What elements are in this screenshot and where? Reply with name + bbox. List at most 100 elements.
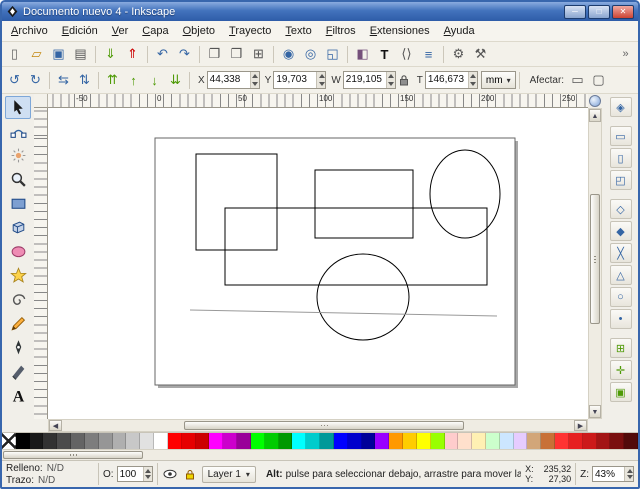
field-x-input[interactable]: 44,338 xyxy=(207,71,260,89)
copy-button[interactable]: ❐ xyxy=(204,44,225,65)
menu-objeto[interactable]: Objeto xyxy=(176,22,222,40)
redo-button[interactable]: ↷ xyxy=(174,44,195,65)
palette-swatch[interactable] xyxy=(209,433,223,449)
zoom-tool-button[interactable] xyxy=(5,168,31,191)
menu-texto[interactable]: Texto xyxy=(278,22,318,40)
spin-down-icon[interactable] xyxy=(317,80,325,88)
affect-corners-toggle[interactable]: ▢ xyxy=(588,70,609,91)
palette-swatch[interactable] xyxy=(500,433,514,449)
palette-swatch[interactable] xyxy=(140,433,154,449)
palette-swatch[interactable] xyxy=(279,433,293,449)
layer-dropdown[interactable]: Layer 1 ▾ xyxy=(202,466,256,483)
scroll-left-icon[interactable]: ◀ xyxy=(49,420,62,431)
palette-swatch[interactable] xyxy=(126,433,140,449)
zoom-input[interactable]: 43% xyxy=(592,466,634,482)
snap-smooth-nodes-button[interactable]: ○ xyxy=(610,287,632,307)
snap-rotation-centers-button[interactable]: ✛ xyxy=(610,360,632,380)
zoom-page-button[interactable]: ◱ xyxy=(322,44,343,65)
menu-ayuda[interactable]: Ayuda xyxy=(437,22,482,40)
snap-nodes-button[interactable]: ◇ xyxy=(610,199,632,219)
scroll-down-icon[interactable]: ▼ xyxy=(589,405,601,418)
zoom-drawing-button[interactable]: ◎ xyxy=(300,44,321,65)
spin-down-icon[interactable] xyxy=(387,80,395,88)
spin-up-icon[interactable] xyxy=(469,72,477,80)
node-tool-button[interactable] xyxy=(5,120,31,143)
flip-vertical-button[interactable]: ⇅ xyxy=(74,70,95,91)
palette-swatch[interactable] xyxy=(597,433,611,449)
palette-swatch[interactable] xyxy=(251,433,265,449)
print-document-button[interactable]: ▤ xyxy=(70,44,91,65)
palette-swatch[interactable] xyxy=(292,433,306,449)
raise-button[interactable]: ↑ xyxy=(123,70,144,91)
snap-path-intersections-button[interactable]: ╳ xyxy=(610,243,632,263)
text-font-dialog-button[interactable]: T xyxy=(374,44,395,65)
snap-bbox-corners-button[interactable]: ◰ xyxy=(610,170,632,190)
star-tool-button[interactable] xyxy=(5,264,31,287)
palette-swatch[interactable] xyxy=(486,433,500,449)
snap-object-centers-button[interactable]: ⊞ xyxy=(610,338,632,358)
palette-swatch[interactable] xyxy=(30,433,44,449)
snap-bbox-button[interactable]: ▭ xyxy=(610,126,632,146)
palette-swatch[interactable] xyxy=(168,433,182,449)
palette-swatch[interactable] xyxy=(624,433,638,449)
palette-swatch[interactable] xyxy=(472,433,486,449)
palette-swatch[interactable] xyxy=(320,433,334,449)
palette-swatch[interactable] xyxy=(99,433,113,449)
palette-swatch[interactable] xyxy=(362,433,376,449)
palette-swatch[interactable] xyxy=(431,433,445,449)
palette-swatch[interactable] xyxy=(85,433,99,449)
horizontal-ruler[interactable]: -50050100150200250 xyxy=(48,94,588,108)
vertical-ruler[interactable] xyxy=(34,108,48,419)
palette-swatch[interactable] xyxy=(237,433,251,449)
toolbar-overflow-button[interactable]: » xyxy=(615,44,636,65)
pencil-tool-button[interactable] xyxy=(5,312,31,335)
align-distribute-dialog-button[interactable]: ≡ xyxy=(418,44,439,65)
palette-swatch[interactable] xyxy=(417,433,431,449)
palette-no-color-swatch[interactable] xyxy=(2,433,16,449)
canvas[interactable] xyxy=(48,108,588,419)
palette-swatch[interactable] xyxy=(375,433,389,449)
scroll-up-icon[interactable]: ▲ xyxy=(589,109,601,122)
duplicate-button[interactable]: ⊞ xyxy=(248,44,269,65)
export-bitmap-button[interactable]: ⇑ xyxy=(122,44,143,65)
calligraphy-tool-button[interactable] xyxy=(5,360,31,383)
spin-down-icon[interactable] xyxy=(469,80,477,88)
page-border[interactable] xyxy=(155,138,515,385)
snap-page-border-button[interactable]: ▣ xyxy=(610,382,632,402)
palette-swatch[interactable] xyxy=(57,433,71,449)
3dbox-tool-button[interactable] xyxy=(5,216,31,239)
menu-capa[interactable]: Capa xyxy=(135,22,175,40)
document-properties-button[interactable]: ⚙ xyxy=(448,44,469,65)
lock-ratio-icon[interactable] xyxy=(397,71,411,89)
palette-swatch[interactable] xyxy=(610,433,624,449)
unit-dropdown[interactable]: mm ▾ xyxy=(481,71,516,89)
spin-up-icon[interactable] xyxy=(625,467,633,474)
opacity-input[interactable]: 100 xyxy=(117,466,153,482)
spin-down-icon[interactable] xyxy=(251,80,259,88)
menu-ver[interactable]: Ver xyxy=(105,22,136,40)
minimize-button[interactable]: ─ xyxy=(564,5,586,19)
scroll-right-icon[interactable]: ▶ xyxy=(574,420,587,431)
save-document-button[interactable]: ▣ xyxy=(48,44,69,65)
palette-swatch[interactable] xyxy=(555,433,569,449)
fill-stroke-dialog-button[interactable]: ◧ xyxy=(352,44,373,65)
palette-swatch[interactable] xyxy=(541,433,555,449)
spin-up-icon[interactable] xyxy=(387,72,395,80)
palette-swatch[interactable] xyxy=(223,433,237,449)
menu-trayecto[interactable]: Trayecto xyxy=(222,22,278,40)
palette-swatch[interactable] xyxy=(348,433,362,449)
field-h-input[interactable]: 146,673 xyxy=(425,71,478,89)
palette-swatch[interactable] xyxy=(445,433,459,449)
field-w-input[interactable]: 219,105 xyxy=(343,71,396,89)
palette-swatch[interactable] xyxy=(196,433,210,449)
palette-swatch[interactable] xyxy=(583,433,597,449)
snap-enable-button[interactable]: ◈ xyxy=(610,97,632,117)
import-image-button[interactable]: ⇓ xyxy=(100,44,121,65)
palette-scroll-thumb[interactable] xyxy=(3,451,143,459)
vertical-scrollbar[interactable]: ▲ ▼ xyxy=(588,108,602,419)
snap-bbox-edges-button[interactable]: ▯ xyxy=(610,148,632,168)
snap-midpoints-button[interactable]: • xyxy=(610,309,632,329)
palette-swatch[interactable] xyxy=(71,433,85,449)
menu-archivo[interactable]: Archivo xyxy=(4,22,55,40)
palette-swatch[interactable] xyxy=(389,433,403,449)
